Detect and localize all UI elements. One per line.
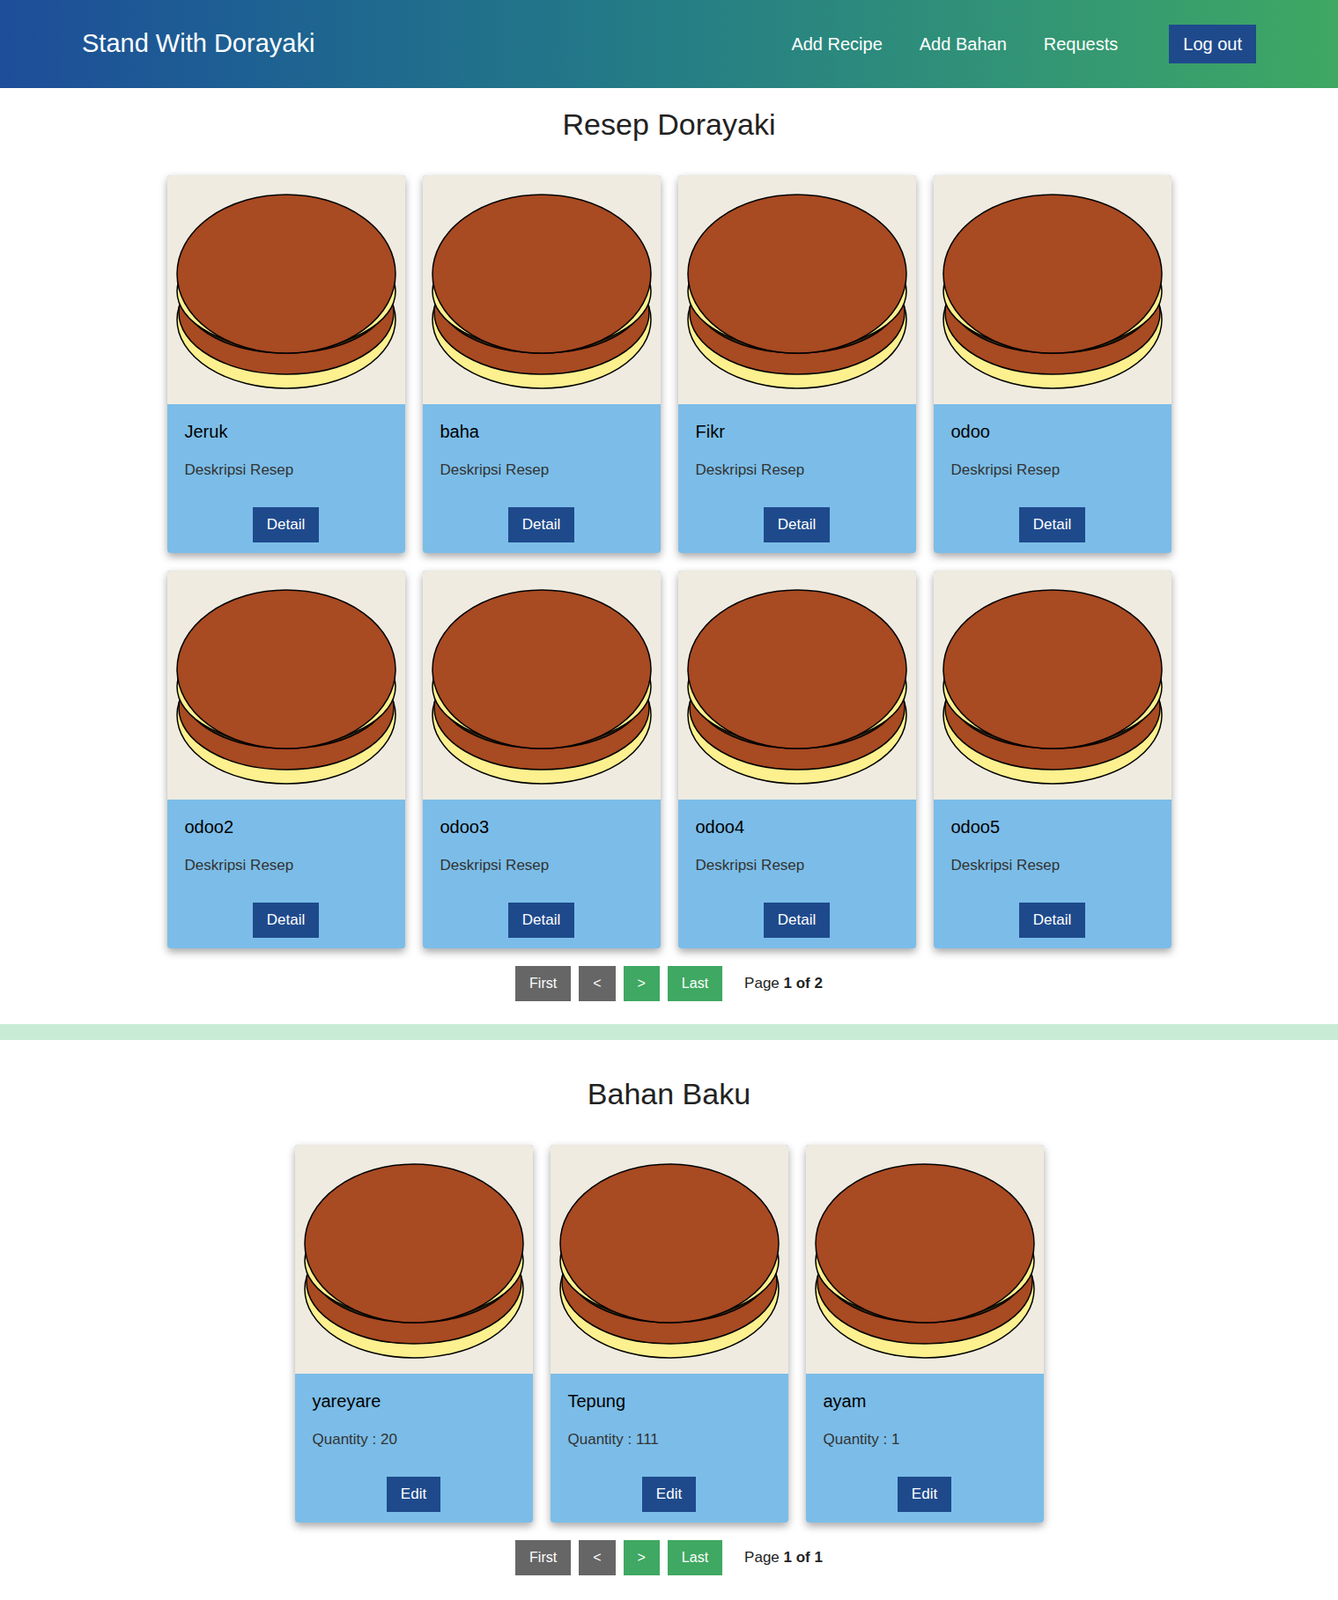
dorayaki-icon xyxy=(430,187,653,392)
card-image xyxy=(167,570,406,800)
navbar: Stand With Dorayaki Add Recipe Add Bahan Re… xyxy=(0,0,1338,89)
logout-button[interactable]: Log out xyxy=(1168,24,1257,64)
page-info: Page 1 of 1 xyxy=(744,1546,823,1570)
page: Stand With Dorayaki Add Recipe Add Bahan Re… xyxy=(0,0,1338,1600)
dorayaki-icon xyxy=(175,583,398,788)
logo[interactable]: Stand With Dorayaki xyxy=(81,24,315,64)
card-button[interactable]: Detail xyxy=(508,902,575,939)
card: yareyare Quantity : 20 Edit xyxy=(295,1145,533,1523)
divider xyxy=(0,1024,1338,1041)
dorayaki-icon xyxy=(686,583,909,788)
card-button[interactable]: Detail xyxy=(763,507,830,543)
card-title: ayam xyxy=(823,1388,1027,1415)
dorayaki-icon xyxy=(558,1157,781,1362)
card: baha Deskripsi Resep Detail xyxy=(422,175,661,554)
dorayaki-icon xyxy=(941,583,1164,788)
card-title: odoo5 xyxy=(951,813,1154,841)
card-title: baha xyxy=(440,418,644,445)
card: odoo3 Deskripsi Resep Detail xyxy=(422,570,661,949)
page-button[interactable]: > xyxy=(623,966,660,1002)
page-button[interactable]: < xyxy=(578,1540,615,1576)
nav-link[interactable]: Add Recipe xyxy=(790,30,882,58)
card-button[interactable]: Edit xyxy=(642,1477,696,1513)
dorayaki-icon xyxy=(303,1157,525,1362)
card-button[interactable]: Edit xyxy=(897,1477,952,1513)
nav-link[interactable]: Requests xyxy=(1043,30,1119,58)
card-image xyxy=(167,175,406,405)
card: Jeruk Deskripsi Resep Detail xyxy=(167,175,406,554)
card-title: odoo2 xyxy=(184,813,388,841)
card-image xyxy=(933,570,1172,800)
card-image xyxy=(678,175,917,405)
dorayaki-icon xyxy=(941,187,1164,392)
card-title: yareyare xyxy=(312,1388,516,1415)
card-text: Deskripsi Resep xyxy=(184,458,388,482)
card: odoo Deskripsi Resep Detail xyxy=(933,175,1172,554)
card-image xyxy=(422,570,661,800)
section: Resep Dorayaki Jeruk Deskripsi Resep Detail… xyxy=(0,88,1338,1002)
card-text: Deskripsi Resep xyxy=(184,854,388,878)
card-image xyxy=(295,1145,533,1375)
card: Tepung Quantity : 111 Edit xyxy=(550,1145,789,1523)
card-text: Deskripsi Resep xyxy=(440,854,644,878)
card: odoo5 Deskripsi Resep Detail xyxy=(933,570,1172,949)
card-button[interactable]: Detail xyxy=(1019,507,1086,543)
card-text: Quantity : 111 xyxy=(568,1428,771,1452)
pagination: First<>Last Page 1 of 2 xyxy=(515,966,823,1002)
card-text: Deskripsi Resep xyxy=(695,458,899,482)
card-text: Deskripsi Resep xyxy=(951,854,1154,878)
card-button[interactable]: Detail xyxy=(252,902,319,939)
card-text: Deskripsi Resep xyxy=(695,854,899,878)
page-info: Page 1 of 2 xyxy=(744,972,823,996)
card-button[interactable]: Detail xyxy=(1019,902,1086,939)
card-title: odoo3 xyxy=(440,813,644,841)
card-image xyxy=(422,175,661,405)
dorayaki-icon xyxy=(813,1157,1036,1362)
dorayaki-icon xyxy=(430,583,653,788)
card-text: Deskripsi Resep xyxy=(440,458,644,482)
page-button[interactable]: Last xyxy=(667,966,723,1002)
card-text: Quantity : 20 xyxy=(312,1428,516,1452)
pagination: First<>Last Page 1 of 1 xyxy=(515,1540,823,1576)
card-image xyxy=(678,570,917,800)
card-button[interactable]: Detail xyxy=(508,507,575,543)
card-text: Deskripsi Resep xyxy=(951,458,1154,482)
section-title: Bahan Baku xyxy=(587,1071,751,1117)
section-title: Resep Dorayaki xyxy=(562,102,777,148)
card-title: Jeruk xyxy=(184,418,388,445)
card-image xyxy=(550,1145,789,1375)
page-button[interactable]: > xyxy=(623,1540,660,1576)
card: odoo4 Deskripsi Resep Detail xyxy=(678,570,917,949)
card: Fikr Deskripsi Resep Detail xyxy=(678,175,917,554)
card-button[interactable]: Detail xyxy=(252,507,319,543)
card-button[interactable]: Detail xyxy=(763,902,830,939)
card-title: Fikr xyxy=(695,418,899,445)
card: odoo2 Deskripsi Resep Detail xyxy=(167,570,406,949)
card: ayam Quantity : 1 Edit xyxy=(805,1145,1044,1523)
card-title: odoo xyxy=(951,418,1154,445)
page-button[interactable]: First xyxy=(515,966,571,1002)
dorayaki-icon xyxy=(175,187,398,392)
card-button[interactable]: Edit xyxy=(386,1477,441,1513)
card-image xyxy=(805,1145,1044,1375)
card-title: odoo4 xyxy=(695,813,899,841)
card-image xyxy=(933,175,1172,405)
page-button[interactable]: First xyxy=(515,1540,571,1576)
nav-link[interactable]: Add Bahan xyxy=(919,30,1007,58)
page-button[interactable]: Last xyxy=(667,1540,723,1576)
page-button[interactable]: < xyxy=(578,966,615,1002)
section: Bahan BakuyareyareQuantity : 20EditTepun… xyxy=(0,1057,1338,1576)
card-text: Quantity : 1 xyxy=(823,1428,1027,1452)
card-title: Tepung xyxy=(568,1388,771,1415)
dorayaki-icon xyxy=(686,187,909,392)
